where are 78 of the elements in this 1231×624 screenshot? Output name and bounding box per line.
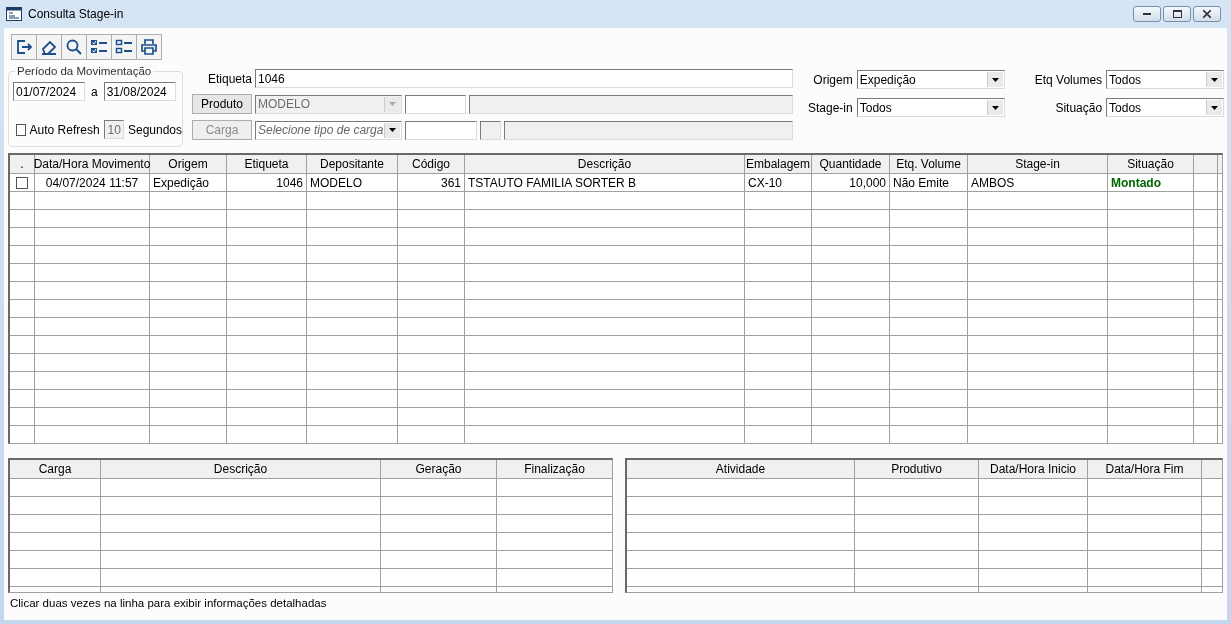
- filter-dropdown[interactable]: Todos: [1106, 70, 1225, 89]
- column-header[interactable]: Quantidade: [812, 155, 890, 173]
- close-button[interactable]: [1193, 6, 1221, 22]
- column-header[interactable]: Embalagem: [745, 155, 812, 173]
- date-from-field[interactable]: 01/07/2024: [13, 82, 85, 101]
- column-header[interactable]: Data/Hora Movimento: [35, 155, 150, 173]
- table-cell: Expedição: [150, 174, 227, 191]
- search-icon: [65, 38, 83, 56]
- table-cell: TSTAUTO FAMILIA SORTER B: [465, 174, 745, 191]
- column-header[interactable]: Etiqueta: [227, 155, 307, 173]
- date-to-field[interactable]: 31/08/2024: [103, 82, 176, 101]
- maximize-icon: [1172, 10, 1182, 18]
- status-cell: Montado: [1108, 174, 1194, 191]
- row-checkbox[interactable]: [16, 176, 28, 189]
- column-header[interactable]: Data/Hora Fim: [1088, 460, 1202, 478]
- filter-label: Etq Volumes: [1034, 72, 1103, 87]
- etiqueta-label: Etiqueta: [206, 71, 252, 86]
- print-button[interactable]: [136, 34, 162, 60]
- etiqueta-field[interactable]: 1046: [255, 69, 793, 88]
- auto-refresh-label: Auto Refresh: [29, 122, 100, 137]
- table-cell: 10,000: [812, 174, 890, 191]
- unchecked-list-icon: [115, 38, 133, 56]
- column-header[interactable]: Carga: [10, 460, 101, 478]
- column-header[interactable]: Código: [398, 155, 465, 173]
- dropdown-arrow-icon: [1211, 105, 1219, 110]
- dropdown-arrow-icon: [389, 102, 396, 106]
- column-header[interactable]: Situação: [1108, 155, 1194, 173]
- filter-dropdown[interactable]: Todos: [1106, 98, 1225, 117]
- column-header[interactable]: Stage-in: [968, 155, 1108, 173]
- search-button[interactable]: [61, 34, 87, 60]
- table-cell: CX-10: [745, 174, 812, 191]
- dropdown-arrow-icon: [389, 128, 396, 132]
- carga-type-dropdown[interactable]: Selecione tipo de carga: [255, 120, 402, 140]
- column-header[interactable]: Finalização: [497, 460, 612, 478]
- column-header[interactable]: Depositante: [307, 155, 398, 173]
- window-icon: [6, 7, 22, 21]
- deselect-all-button[interactable]: [111, 34, 137, 60]
- column-header[interactable]: Produtivo: [855, 460, 979, 478]
- column-header[interactable]: .: [10, 155, 35, 173]
- column-header[interactable]: Descrição: [465, 155, 745, 173]
- filter-dropdown[interactable]: Expedição: [856, 70, 1005, 89]
- exit-button[interactable]: [11, 34, 37, 60]
- select-all-button[interactable]: [86, 34, 112, 60]
- clear-button[interactable]: [36, 34, 62, 60]
- date-separator: a: [91, 84, 98, 99]
- column-header[interactable]: Atividade: [627, 460, 855, 478]
- filter-dropdown[interactable]: Todos: [856, 98, 1005, 117]
- dropdown-arrow-icon: [991, 105, 999, 110]
- group-legend: Período da Movimentação: [15, 65, 154, 77]
- column-header[interactable]: Etq. Volume: [890, 155, 968, 173]
- filter-label: Origem: [812, 72, 853, 87]
- exit-icon: [15, 38, 33, 56]
- column-header[interactable]: Descrição: [101, 460, 381, 478]
- table-cell: MODELO: [307, 174, 398, 191]
- text-field[interactable]: [405, 120, 477, 140]
- dropdown-arrow-icon: [1211, 77, 1219, 82]
- text-field[interactable]: [405, 94, 466, 114]
- maximize-button[interactable]: [1163, 6, 1191, 22]
- print-icon: [140, 38, 158, 56]
- table-cell: 361: [398, 174, 465, 191]
- table-cell: AMBOS: [968, 174, 1108, 191]
- filter-label: Stage-in: [808, 100, 853, 115]
- checked-list-icon: [90, 38, 108, 56]
- table-cell: 04/07/2024 11:57: [35, 174, 150, 191]
- minimize-icon: [1143, 12, 1151, 16]
- table-cell: 1046: [227, 174, 307, 191]
- column-header[interactable]: Origem: [150, 155, 227, 173]
- close-icon: [1203, 10, 1211, 18]
- column-header[interactable]: Geração: [381, 460, 497, 478]
- minimize-button[interactable]: [1133, 6, 1161, 22]
- filter-label: Situação: [1054, 100, 1103, 115]
- status-text: Clicar duas vezes na linha para exibir informações detalhadas: [9, 596, 328, 611]
- dropdown-arrow-icon: [991, 77, 999, 82]
- table-cell: Não Emite: [890, 174, 968, 191]
- window-title: Consulta Stage-in: [28, 7, 124, 21]
- eraser-icon: [40, 38, 58, 56]
- seconds-label: Segundos: [127, 122, 182, 137]
- column-header[interactable]: Data/Hora Inicio: [979, 460, 1088, 478]
